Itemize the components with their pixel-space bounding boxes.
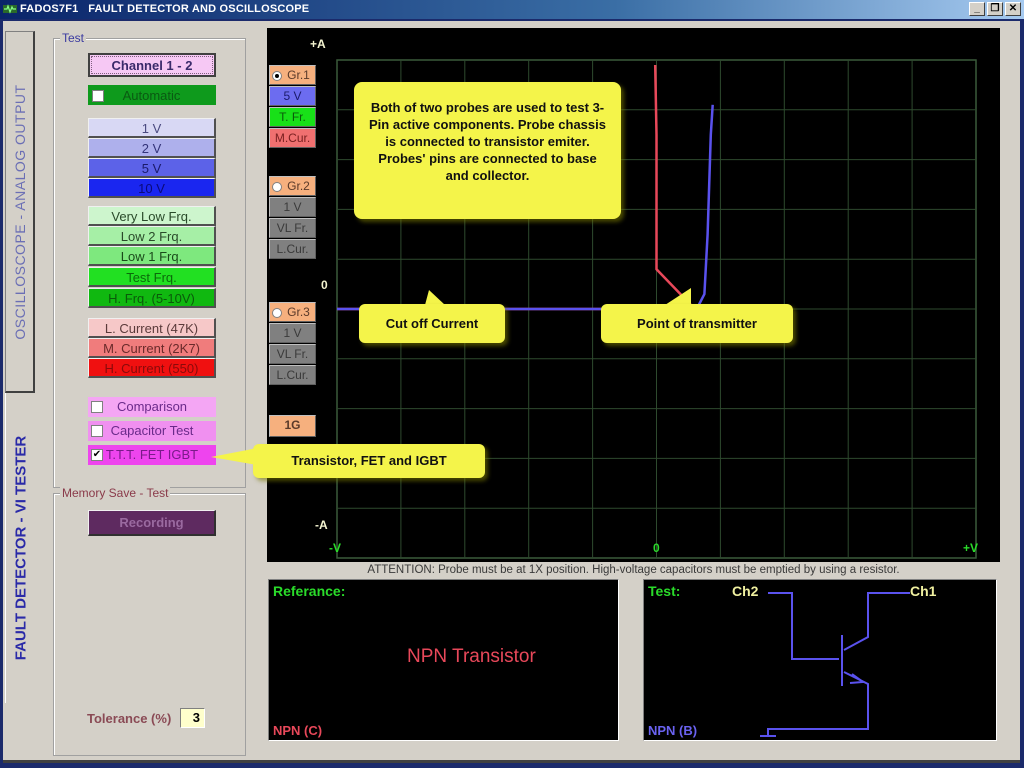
graph-2-voltage[interactable]: 1 V [269,197,316,217]
x-axis-right-label: +V [963,541,979,555]
freq-test-button[interactable]: Test Frq. [88,267,216,287]
cutoff-callout-pointer [425,290,445,305]
graph-1-voltage[interactable]: 5 V [269,86,316,106]
graph-3-voltage[interactable]: 1 V [269,323,316,343]
y-axis-bottom-label: -A [315,518,328,532]
cutoff-current-callout: Cut off Current [359,304,505,343]
automatic-toggle[interactable]: Automatic [88,85,216,105]
voltage-2v-button[interactable]: 2 V [88,138,216,158]
comparison-label: Comparison [116,399,188,414]
reference-panel: Referance: NPN Transistor NPN (C) [268,579,619,741]
window-title: FADOS7F1 FAULT DETECTOR AND OSCILLOSCOPE [20,3,310,15]
graph-2-current[interactable]: L.Cur. [269,239,316,259]
app-icon [3,4,17,14]
tab-oscilloscope-label: OSCILLOSCOPE - ANALOG OUTPUT [11,83,28,340]
graph-2-radio[interactable] [272,182,282,192]
freq-very-low-button[interactable]: Very Low Frq. [88,206,216,226]
voltage-10v-button[interactable]: 10 V [88,178,216,198]
freq-low-1-button[interactable]: Low 1 Frq. [88,246,216,266]
comparison-checkbox[interactable] [91,401,103,413]
current-low-button[interactable]: L. Current (47K) [88,318,216,338]
automatic-checkbox[interactable] [92,90,104,102]
channel-1-2-button[interactable]: Channel 1 - 2 [88,53,216,77]
ttt-callout: Transistor, FET and IGBT [253,444,485,478]
y-axis-zero-label: 0 [321,278,328,292]
graph-2-frequency[interactable]: VL Fr. [269,218,316,238]
title-bar: FADOS7F1 FAULT DETECTOR AND OSCILLOSCOPE… [0,0,1024,19]
capacitor-test-checkbox[interactable] [91,425,103,437]
freq-low-2-button[interactable]: Low 2 Frq. [88,226,216,246]
reference-footer: NPN (C) [273,723,323,738]
comparison-option[interactable]: Comparison [88,397,216,417]
graph-3-selector[interactable]: Gr.3 [269,302,316,322]
graph-1-current[interactable]: M.Cur. [269,128,316,148]
memory-save-legend: Memory Save - Test [60,486,171,500]
probe-info-callout: Both of two probes are used to test 3-Pi… [354,82,621,219]
graph-3-frequency[interactable]: VL Fr. [269,344,316,364]
minimize-button[interactable]: _ [969,2,985,16]
ttt-fet-igbt-label: T.T.T. FET IGBT [105,447,199,462]
reference-component-name: NPN Transistor [407,646,536,667]
close-button[interactable]: ✕ [1005,2,1021,16]
capacitor-test-option[interactable]: Capacitor Test [88,421,216,441]
graph-2-selector[interactable]: Gr.2 [269,176,316,196]
graph-1-frequency[interactable]: T. Fr. [269,107,316,127]
gain-1g-button[interactable]: 1G [269,415,316,437]
graph-3-radio[interactable] [272,308,282,318]
client-area: OSCILLOSCOPE - ANALOG OUTPUT FAULT DETEC… [3,21,1020,763]
y-axis-top-label: +A [310,37,326,51]
x-axis-left-label: -V [329,541,341,555]
tolerance-input[interactable]: 3 [180,708,205,728]
test-group: Test Channel 1 - 2 Automatic 1 V 2 V 5 V… [53,31,246,488]
restore-button[interactable]: ❐ [987,2,1003,16]
recording-button[interactable]: Recording [88,510,216,536]
graph-3-current[interactable]: L.Cur. [269,365,316,385]
tab-oscilloscope[interactable]: OSCILLOSCOPE - ANALOG OUTPUT [5,31,35,393]
x-axis-zero-label: 0 [653,541,660,555]
npn-transistor-symbol-icon [760,592,910,737]
vi-curve-display: Gr.1 5 V T. Fr. M.Cur. Gr.2 1 V VL Fr. L… [253,28,1000,562]
test-panel: Test: Ch2 Ch1 NPN (B) [643,579,997,741]
freq-high-button[interactable]: H. Frq. (5-10V) [88,288,216,308]
transmitter-point-callout: Point of transmitter [601,304,793,343]
capacitor-test-label: Capacitor Test [110,423,194,438]
ttt-callout-pointer [211,447,263,466]
graph-1-selector[interactable]: Gr.1 [269,65,316,85]
tab-fault-detector[interactable]: FAULT DETECTOR - VI TESTER [5,393,35,703]
ttt-fet-igbt-option[interactable]: ✔ T.T.T. FET IGBT [88,445,216,465]
graph-1-radio[interactable] [272,71,282,81]
application-window: FADOS7F1 FAULT DETECTOR AND OSCILLOSCOPE… [0,0,1024,768]
attention-notice: ATTENTION: Probe must be at 1X position.… [367,564,900,576]
tab-fault-detector-label: FAULT DETECTOR - VI TESTER [12,435,29,661]
reference-header: Referance: [273,583,346,599]
automatic-label: Automatic [122,88,181,103]
voltage-5v-button[interactable]: 5 V [88,158,216,178]
test-group-legend: Test [60,31,87,45]
ttt-fet-igbt-checkbox[interactable]: ✔ [91,449,103,461]
current-high-button[interactable]: H. Current (550) [88,358,216,378]
current-medium-button[interactable]: M. Current (2K7) [88,338,216,358]
test-footer: NPN (B) [648,723,698,738]
tolerance-label: Tolerance (%) [87,711,172,726]
voltage-1v-button[interactable]: 1 V [88,118,216,138]
